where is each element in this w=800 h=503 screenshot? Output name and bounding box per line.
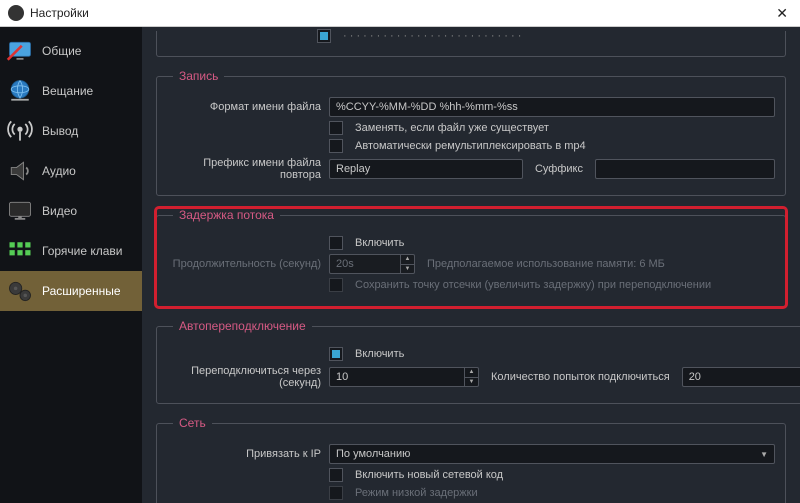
monitor-icon: [4, 35, 36, 67]
chevron-up-icon: ▲: [401, 255, 414, 265]
chevron-down-icon: ▼: [760, 450, 768, 459]
sidebar-item-advanced[interactable]: Расширенные: [0, 271, 142, 311]
sidebar-item-output[interactable]: Вывод: [0, 111, 142, 151]
delay-preserve-label: Сохранить точку отсечки (увеличить задер…: [355, 279, 711, 291]
truncated-checkbox[interactable]: [317, 29, 331, 43]
reconnect-enable-label[interactable]: Включить: [355, 348, 404, 360]
chevron-down-icon: ▼: [401, 265, 414, 274]
low-latency-checkbox: [329, 486, 343, 500]
chevron-down-icon[interactable]: ▼: [465, 378, 478, 387]
sidebar-item-label: Вещание: [42, 84, 93, 98]
group-legend: Запись: [173, 69, 224, 83]
sidebar-item-audio[interactable]: Аудио: [0, 151, 142, 191]
sidebar-item-label: Вывод: [42, 124, 78, 138]
window-title: Настройки: [30, 6, 89, 20]
reconnect-delay-label: Переподключиться через (секунд): [167, 365, 329, 389]
delay-memory-label: Предполагаемое использование памяти: 6 М…: [421, 258, 671, 270]
sidebar-item-hotkeys[interactable]: Горячие клави: [0, 231, 142, 271]
bind-ip-label: Привязать к IP: [167, 448, 329, 460]
filename-format-label: Формат имени файла: [167, 101, 329, 113]
grid-icon: [4, 235, 36, 267]
titlebar: Настройки ✕: [0, 0, 800, 27]
broadcast-icon: [4, 115, 36, 147]
gears-icon: [4, 275, 36, 307]
spinner-buttons[interactable]: ▲▼: [464, 368, 478, 386]
bind-ip-select[interactable]: По умолчанию ▼: [329, 444, 775, 464]
overwrite-checkbox[interactable]: [329, 121, 343, 135]
sidebar-item-stream[interactable]: Вещание: [0, 71, 142, 111]
close-icon[interactable]: ✕: [772, 5, 792, 22]
globe-icon: [4, 75, 36, 107]
truncated-label: · · · · · · · · · · · · · · · · · · · · …: [343, 30, 521, 42]
delay-enable-checkbox[interactable]: [329, 236, 343, 250]
sidebar-item-label: Аудио: [42, 164, 76, 178]
new-netcode-label[interactable]: Включить новый сетевой код: [355, 469, 503, 481]
truncated-group: · · · · · · · · · · · · · · · · · · · · …: [156, 31, 786, 57]
remux-label[interactable]: Автоматически ремультиплексировать в mp4: [355, 140, 586, 152]
group-legend: Сеть: [173, 416, 212, 430]
reconnect-retries-spinner[interactable]: 20 ▲▼: [682, 367, 800, 387]
low-latency-label: Режим низкой задержки: [355, 487, 478, 499]
reconnect-retries-value: 20: [689, 371, 800, 383]
remux-checkbox[interactable]: [329, 139, 343, 153]
bind-ip-value: По умолчанию: [336, 448, 410, 460]
sidebar-item-video[interactable]: Видео: [0, 191, 142, 231]
overwrite-label[interactable]: Заменять, если файл уже существует: [355, 122, 549, 134]
replay-prefix-label: Префикс имени файла повтора: [167, 157, 329, 181]
speaker-icon: [4, 155, 36, 187]
sidebar-item-label: Общие: [42, 44, 81, 58]
reconnect-delay-value: 10: [336, 371, 464, 383]
delay-duration-spinner: 20s ▲▼: [329, 254, 415, 274]
sidebar-item-label: Горячие клави: [42, 244, 123, 258]
delay-duration-value: 20s: [336, 258, 400, 270]
replay-suffix-input[interactable]: [595, 159, 775, 179]
group-legend: Автопереподключение: [173, 319, 312, 333]
filename-format-input[interactable]: [329, 97, 775, 117]
reconnect-retries-label: Количество попыток подключиться: [485, 371, 676, 383]
new-netcode-checkbox[interactable]: [329, 468, 343, 482]
group-legend: Задержка потока: [173, 208, 280, 222]
chevron-up-icon[interactable]: ▲: [465, 368, 478, 378]
sidebar-item-label: Видео: [42, 204, 77, 218]
delay-preserve-checkbox: [329, 278, 343, 292]
spinner-buttons: ▲▼: [400, 255, 414, 273]
reconnect-delay-spinner[interactable]: 10 ▲▼: [329, 367, 479, 387]
content-pane: · · · · · · · · · · · · · · · · · · · · …: [142, 27, 800, 503]
group-network: Сеть Привязать к IP По умолчанию ▼ Включ…: [156, 416, 786, 503]
replay-suffix-label: Суффикс: [529, 163, 589, 175]
group-reconnect: Автопереподключение Включить Переподключ…: [156, 319, 800, 404]
sidebar: Общие Вещание Вывод Аудио Видео Горячие …: [0, 27, 142, 503]
sidebar-item-general[interactable]: Общие: [0, 31, 142, 71]
group-stream-delay: Задержка потока Включить Продолжительнос…: [156, 208, 786, 307]
delay-duration-label: Продолжительность (секунд): [167, 258, 329, 270]
replay-prefix-input[interactable]: [329, 159, 523, 179]
monitor2-icon: [4, 195, 36, 227]
app-icon: [8, 5, 24, 21]
delay-enable-label[interactable]: Включить: [355, 237, 404, 249]
group-recording: Запись Формат имени файла Заменять, если…: [156, 69, 786, 196]
reconnect-enable-checkbox[interactable]: [329, 347, 343, 361]
sidebar-item-label: Расширенные: [42, 284, 121, 298]
